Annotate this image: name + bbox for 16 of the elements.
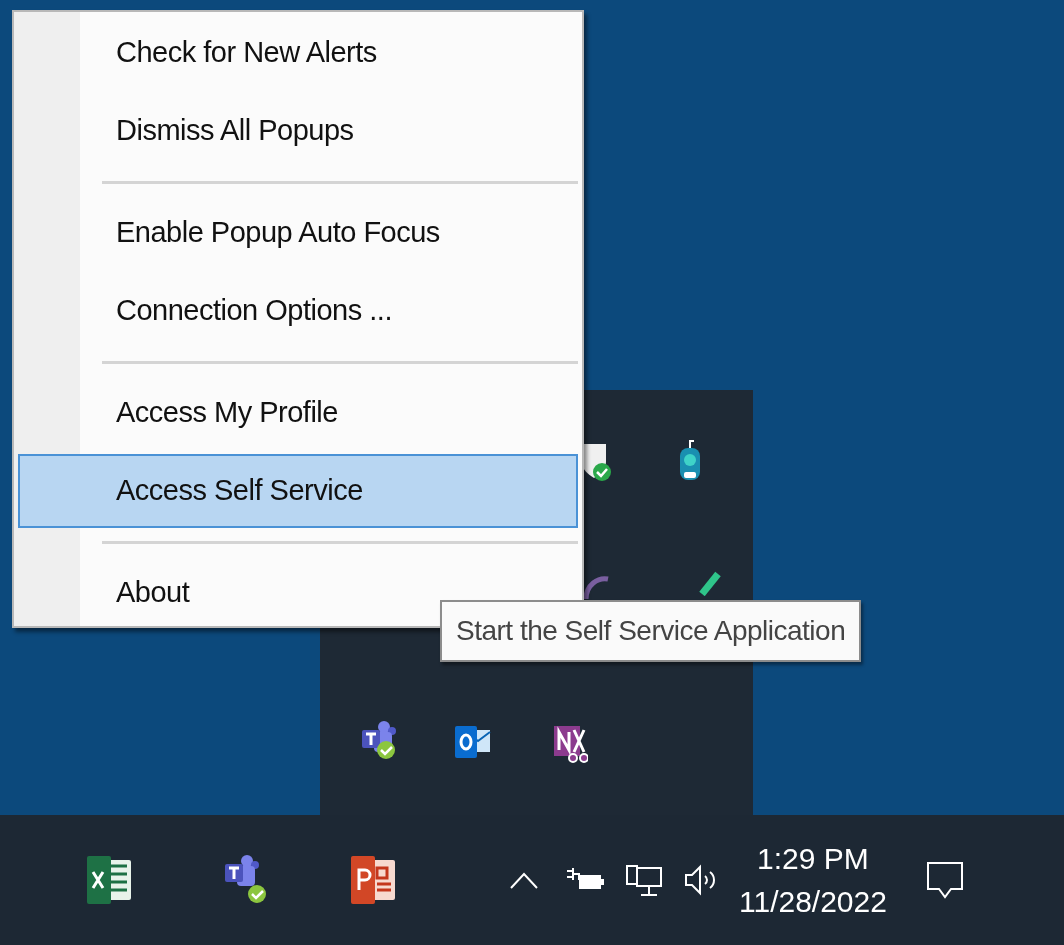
menu-item[interactable]: About	[18, 554, 192, 632]
notification-icon[interactable]	[924, 860, 965, 900]
chevron-up-icon[interactable]	[509, 870, 539, 890]
menu-item[interactable]: Connection Options ...	[18, 272, 394, 350]
presentation-icon[interactable]	[349, 854, 397, 906]
clock-time: 1:29 PM	[756, 840, 870, 877]
menu-item[interactable]: Check for New Alerts	[18, 14, 379, 92]
slash-icon	[698, 570, 722, 596]
menu-item[interactable]: Dismiss All Popups	[18, 92, 356, 170]
network-icon[interactable]	[625, 862, 665, 898]
menu-item[interactable]: Access Self Service	[18, 454, 578, 528]
tooltip: Start the Self Service Application	[440, 600, 862, 662]
clock-date: 11/28/2022	[739, 884, 887, 920]
menu-item[interactable]: Access My Profile	[18, 374, 340, 452]
menu-item[interactable]: Enable Popup Auto Focus	[18, 194, 442, 272]
spreadsheet-icon[interactable]	[85, 854, 133, 906]
